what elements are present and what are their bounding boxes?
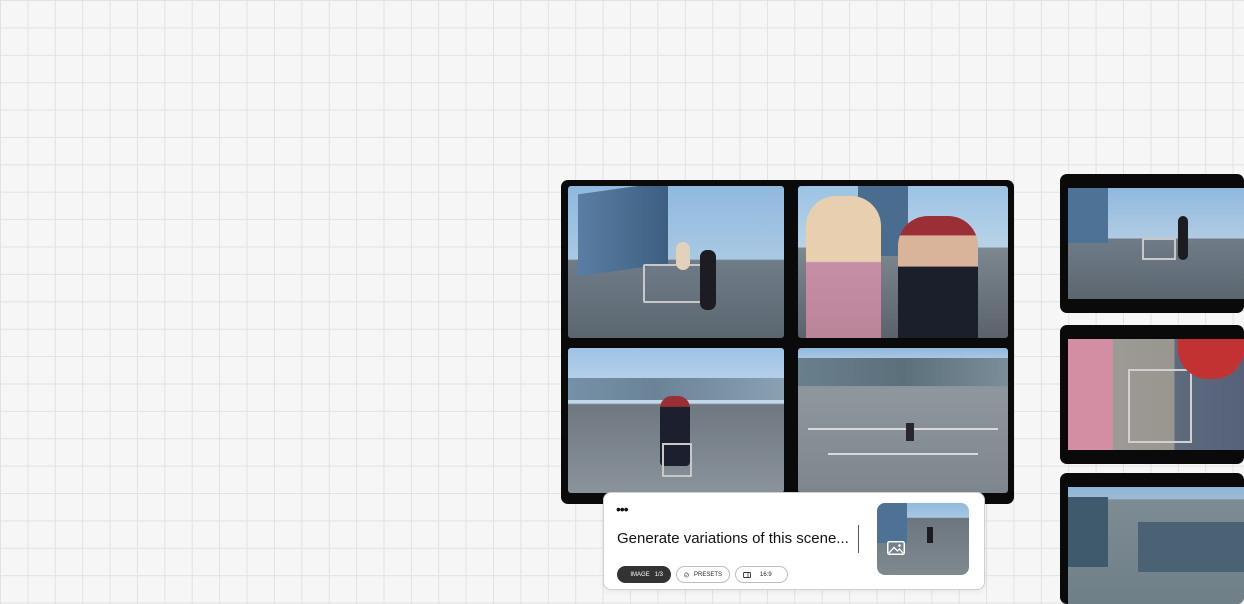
person-figure bbox=[700, 250, 716, 310]
storyboard-shot-1[interactable] bbox=[568, 186, 784, 338]
text-caret bbox=[858, 525, 859, 553]
parking-lines bbox=[808, 428, 998, 430]
building-silhouette bbox=[1068, 188, 1108, 243]
prompt-card: ••• Generate variations of this scene...… bbox=[603, 492, 985, 590]
prompt-input[interactable]: Generate variations of this scene... bbox=[617, 530, 849, 547]
person-figure bbox=[906, 423, 914, 441]
storyboard-frame[interactable] bbox=[561, 180, 1014, 504]
image-chip-label: IMAGE bbox=[630, 571, 650, 578]
more-options-icon[interactable]: ••• bbox=[616, 501, 629, 517]
city-skyline bbox=[798, 358, 1008, 386]
image-placeholder-icon bbox=[887, 541, 905, 555]
shopping-cart-figure bbox=[1128, 369, 1192, 443]
storyboard-shot-2[interactable] bbox=[798, 186, 1008, 338]
shopping-cart-figure bbox=[1142, 238, 1176, 260]
parking-lines bbox=[828, 453, 978, 455]
presets-chip-label: PRESETS bbox=[693, 571, 722, 578]
person-figure bbox=[898, 216, 978, 338]
shopping-cart-figure bbox=[643, 264, 702, 303]
storyboard-shot-3[interactable] bbox=[568, 348, 784, 493]
reference-image-thumbnail[interactable] bbox=[877, 503, 969, 575]
person-figure bbox=[1178, 216, 1188, 260]
presets-chip[interactable]: PRESETS bbox=[676, 566, 730, 583]
building-silhouette bbox=[1068, 497, 1108, 567]
building-silhouette bbox=[877, 503, 907, 543]
building-silhouette bbox=[578, 186, 668, 277]
image-chip-count: 1/3 bbox=[654, 571, 663, 578]
storyboard-shot-4[interactable] bbox=[798, 348, 1008, 493]
aspect-ratio-icon bbox=[743, 571, 751, 578]
variation-thumbnail-1[interactable] bbox=[1060, 174, 1244, 313]
variation-thumbnail-2[interactable] bbox=[1060, 325, 1244, 464]
building-silhouette bbox=[1138, 522, 1244, 572]
presets-icon bbox=[684, 572, 689, 577]
image-chip[interactable]: IMAGE 1/3 bbox=[617, 566, 671, 583]
shopping-cart-figure bbox=[662, 443, 692, 477]
person-figure bbox=[927, 527, 933, 543]
variation-thumbnail-3[interactable] bbox=[1060, 473, 1244, 604]
person-figure bbox=[676, 242, 690, 270]
aspect-ratio-chip[interactable]: 16:9 bbox=[735, 566, 788, 583]
person-figure bbox=[806, 196, 881, 338]
aspect-ratio-label: 16:9 bbox=[760, 571, 772, 578]
